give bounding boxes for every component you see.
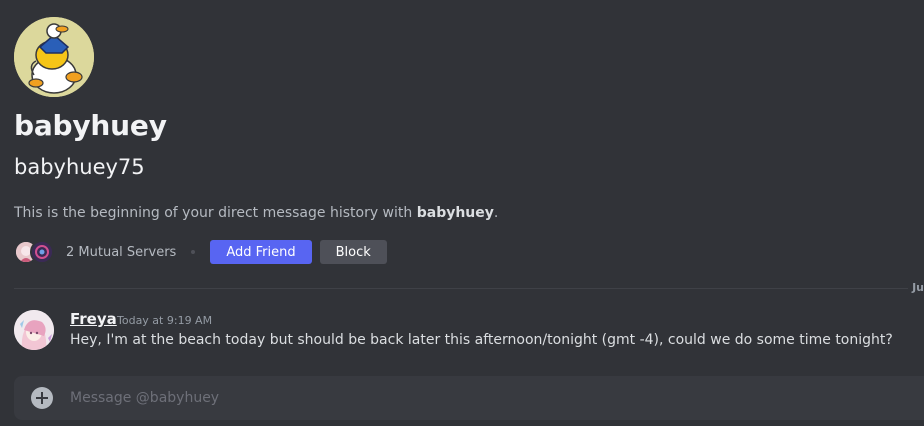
message-timestamp: Today at 9:19 AM [117,314,213,327]
separator-dot [191,250,196,254]
mutual-server-icons[interactable] [14,240,60,264]
message-content: Hey, I'm at the beach today but should b… [70,332,893,348]
intro-prefix: This is the beginning of your direct mes… [14,205,417,221]
dm-intro-text: This is the beginning of your direct mes… [14,205,498,221]
profile-avatar[interactable] [14,17,94,97]
mutual-servers-row: 2 Mutual Servers Add Friend Block [14,239,387,265]
block-button[interactable]: Block [319,240,387,264]
intro-name: babyhuey [416,205,494,221]
message-author[interactable]: Freya [70,310,117,328]
message-input[interactable] [70,376,910,420]
message-composer [14,376,924,420]
author-avatar[interactable] [14,310,54,350]
intro-suffix: . [493,205,499,221]
server-icon [30,240,54,264]
profile-username: babyhuey75 [14,155,145,179]
mutual-servers-link[interactable]: 2 Mutual Servers [66,245,176,260]
date-divider [14,288,924,289]
profile-display-name: babyhuey [14,109,167,142]
add-friend-button[interactable]: Add Friend [210,240,312,264]
message-item[interactable]: Freya Today at 9:19 AM Hey, I'm at the b… [0,304,924,356]
date-divider-label: Ju [908,281,924,294]
anime-avatar-image [14,310,54,350]
duck-character-image [14,17,94,97]
plus-circle-icon[interactable] [31,387,53,409]
